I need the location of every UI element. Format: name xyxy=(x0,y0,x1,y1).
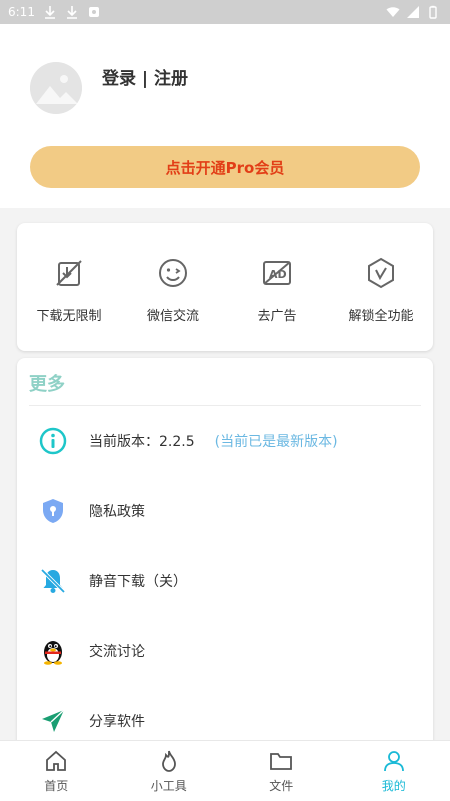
tab-files[interactable]: 文件 xyxy=(225,741,338,801)
wifi-icon xyxy=(386,5,400,19)
menu-label: 交流讨论 xyxy=(89,641,145,661)
menu-item-version[interactable]: 当前版本：2.2.5 (当前已是最新版本) xyxy=(17,406,433,476)
menu-label: 隐私政策 xyxy=(89,501,145,521)
profile-header: 登录 | 注册 xyxy=(0,24,450,144)
version-status-note: (当前已是最新版本) xyxy=(215,431,338,451)
tab-label: 我的 xyxy=(382,777,406,794)
person-icon xyxy=(382,749,406,773)
send-icon xyxy=(39,707,67,735)
unlock-badge-icon xyxy=(365,257,397,289)
avatar[interactable] xyxy=(30,62,82,114)
notification-app-icon xyxy=(87,5,101,19)
tab-label: 文件 xyxy=(269,777,293,794)
menu-label: 静音下载（关） xyxy=(89,571,187,591)
feature-label: 去广告 xyxy=(257,305,296,324)
login-register-link[interactable]: 登录 | 注册 xyxy=(102,64,188,89)
feature-label: 解锁全功能 xyxy=(348,305,413,324)
menu-item-discussion[interactable]: 交流讨论 xyxy=(17,616,433,686)
menu-item-silent-download[interactable]: 静音下载（关） xyxy=(17,546,433,616)
feature-remove-ads[interactable]: AD 去广告 xyxy=(225,223,329,351)
download-icon xyxy=(65,5,79,19)
tab-label: 首页 xyxy=(44,777,68,794)
download-icon xyxy=(43,5,57,19)
menu-item-privacy-policy[interactable]: 隐私政策 xyxy=(17,476,433,546)
feature-label: 下载无限制 xyxy=(36,305,101,324)
open-pro-button[interactable]: 点击开通Pro会员 xyxy=(30,146,420,188)
feature-wechat-chat[interactable]: 微信交流 xyxy=(121,223,225,351)
home-icon xyxy=(44,749,68,773)
more-section: 更多 当前版本：2.2.5 (当前已是最新版本) 隐私政策 静音下载（关） xyxy=(17,358,433,758)
shield-lock-icon xyxy=(39,497,67,525)
tab-tools[interactable]: 小工具 xyxy=(113,741,226,801)
avatar-placeholder-icon xyxy=(30,62,82,114)
pro-features-card: 下载无限制 微信交流 AD 去广告 解锁全功能 xyxy=(17,223,433,351)
smiley-icon xyxy=(157,257,189,289)
bell-off-icon xyxy=(39,567,67,595)
pro-banner: 点击开通Pro会员 xyxy=(0,144,450,208)
no-ad-icon: AD xyxy=(261,257,293,289)
folder-icon xyxy=(269,749,293,773)
no-limit-download-icon xyxy=(53,257,85,289)
svg-text:AD: AD xyxy=(269,268,287,281)
status-time: 6:11 xyxy=(8,5,35,19)
battery-icon xyxy=(426,5,440,19)
flame-icon xyxy=(157,749,181,773)
menu-label: 当前版本：2.2.5 xyxy=(89,431,195,451)
qq-penguin-icon xyxy=(39,637,67,665)
menu-label: 分享软件 xyxy=(89,711,145,731)
tab-mine[interactable]: 我的 xyxy=(338,741,450,801)
tab-home[interactable]: 首页 xyxy=(0,741,113,801)
bottom-tab-bar: 首页 小工具 文件 我的 xyxy=(0,740,450,801)
feature-unlock-all[interactable]: 解锁全功能 xyxy=(329,223,433,351)
feature-label: 微信交流 xyxy=(147,305,199,324)
tab-label: 小工具 xyxy=(151,777,187,794)
feature-unlimited-download[interactable]: 下载无限制 xyxy=(17,223,121,351)
signal-icon xyxy=(406,5,420,19)
more-title: 更多 xyxy=(29,370,65,396)
status-bar: 6:11 xyxy=(0,0,450,24)
info-icon xyxy=(39,427,67,455)
